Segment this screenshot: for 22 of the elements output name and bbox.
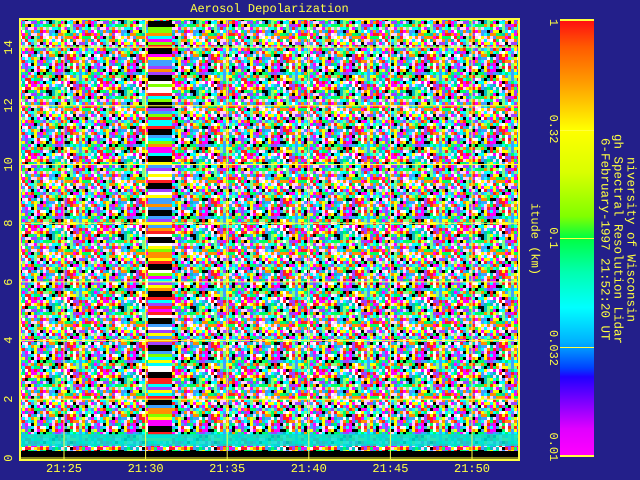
colorbar-label: 0.1 [547,227,559,249]
x-tick-label: 21:35 [209,463,246,475]
y-tick-label: 4 [3,337,15,344]
y-tick-label: 8 [3,220,15,227]
colorbar-label: 0.32 [547,114,559,143]
y-tick-label: 0 [3,454,15,462]
x-tick-label: 21:30 [128,463,164,475]
y-tick-label: 6 [3,278,15,286]
y-tick-label: 14 [3,40,15,54]
x-tick-label: 21:50 [454,463,490,475]
plot-caption: niversity of Wisconsin gh Spectral Resolution Lidar 6-February-1997 21:52:20 UT [597,134,637,345]
x-tick-label: 21:40 [290,463,327,475]
colorbar-label: 1 [547,19,559,26]
x-tick-label: 21:25 [46,463,82,475]
y-tick-label: 10 [3,157,15,172]
y-tick-label: 2 [3,396,15,403]
y-axis-title: itude (km) [528,203,540,276]
colorbar-label: 0.01 [547,432,559,462]
x-tick-label: 21:45 [372,463,408,475]
y-tick-label: 12 [3,98,15,114]
colorbar-label: 0.032 [547,330,559,366]
chart-title: Aerosol Depolarization [190,3,349,15]
